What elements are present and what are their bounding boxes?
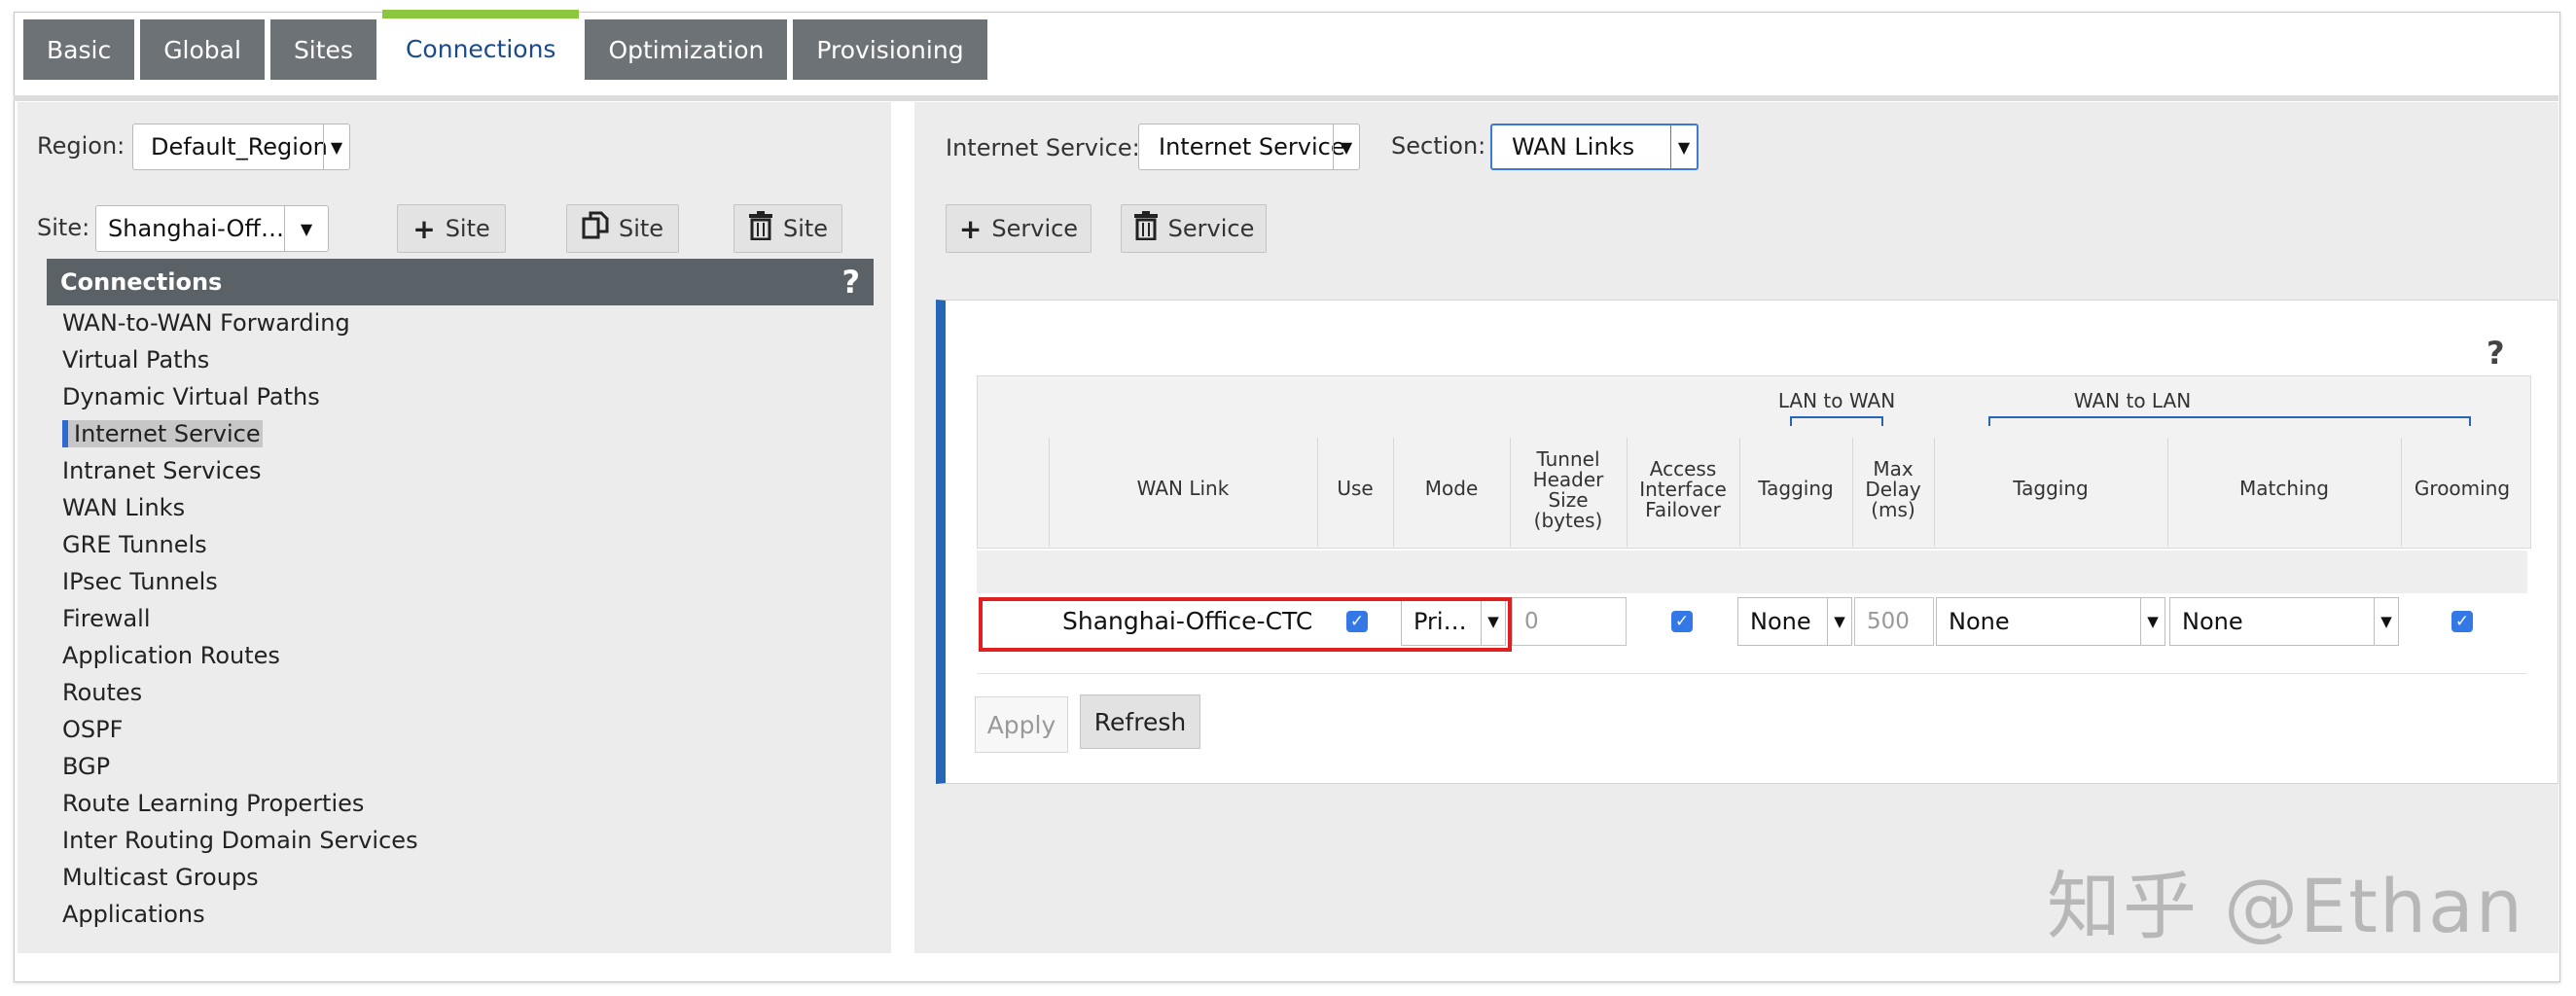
nav-virtual-paths[interactable]: Virtual Paths [62, 341, 743, 378]
refresh-button[interactable]: Refresh [1080, 694, 1200, 749]
region-label: Region: [37, 132, 125, 160]
chevron-down-icon: ▼ [2140, 598, 2165, 645]
col-grooming: Grooming [2414, 477, 2511, 500]
group-lan-to-wan: LAN to WAN [1777, 389, 1896, 412]
tagging-wan-to-lan-select[interactable]: None ▼ [1936, 597, 2165, 646]
internet-service-label: Internet Service: [946, 134, 1140, 161]
col-matching: Matching [2239, 477, 2329, 500]
tagging-lan-to-wan-select[interactable]: None ▼ [1737, 597, 1852, 646]
col-max-delay: Max Delay (ms) [1865, 457, 1921, 521]
tab-basic[interactable]: Basic [23, 19, 135, 80]
nav-multicast-groups[interactable]: Multicast Groups [62, 859, 743, 896]
mode-select[interactable]: Pri… ▼ [1401, 597, 1506, 646]
site-select[interactable]: Shanghai-Off… ▼ [95, 205, 329, 252]
col-tagging-wan-to-lan: Tagging [2013, 477, 2089, 500]
region-select[interactable]: Default_Region ▼ [132, 124, 350, 170]
help-icon[interactable]: ? [2487, 335, 2505, 372]
chevron-down-icon: ▼ [1670, 125, 1697, 168]
wan-link-name: Shanghai-Office-CTC [1062, 607, 1313, 635]
panel-splitter[interactable] [891, 102, 912, 953]
section-value: WAN Links [1512, 133, 1635, 160]
nav-firewall[interactable]: Firewall [62, 600, 743, 637]
delete-site-label: Site [782, 215, 829, 242]
tagging-lan-to-wan-value: None [1750, 608, 1811, 635]
nav-internet-service[interactable]: Internet Service [62, 415, 743, 452]
nav-ospf[interactable]: OSPF [62, 711, 743, 748]
chevron-down-icon: ▼ [284, 206, 328, 251]
nav-route-learning-properties[interactable]: Route Learning Properties [62, 785, 743, 822]
nav-applications[interactable]: Applications [62, 896, 743, 933]
section-label: Section: [1391, 132, 1486, 160]
use-checkbox[interactable]: ✓ [1346, 611, 1368, 632]
delete-service-label: Service [1167, 215, 1255, 242]
group-wan-to-lan: WAN to LAN [2073, 389, 2192, 412]
copy-icon [582, 211, 609, 247]
tab-global[interactable]: Global [140, 19, 265, 80]
col-access-interface-failover: Access Interface Failover [1639, 457, 1727, 521]
add-site-button[interactable]: + Site [397, 204, 506, 253]
tabs-divider [14, 95, 2558, 101]
tab-sites[interactable]: Sites [269, 19, 376, 80]
tab-optimization[interactable]: Optimization [585, 19, 788, 80]
tab-provisioning[interactable]: Provisioning [793, 19, 987, 80]
trash-icon [748, 210, 773, 247]
chevron-down-icon: ▼ [1333, 124, 1359, 169]
nav-ipsec-tunnels[interactable]: IPsec Tunnels [62, 563, 743, 600]
top-tabs: Basic Global Sites Connections Optimizat… [23, 10, 993, 80]
site-label: Site: [37, 214, 90, 241]
max-delay-input[interactable]: 500 [1854, 597, 1934, 646]
nav-gre-tunnels[interactable]: GRE Tunnels [62, 526, 743, 563]
internet-service-select[interactable]: Internet Service ▼ [1138, 124, 1360, 170]
nav-wan-to-wan-forwarding[interactable]: WAN-to-WAN Forwarding [62, 304, 743, 341]
grooming-checkbox[interactable]: ✓ [2451, 611, 2473, 632]
col-tagging-lan-to-wan: Tagging [1758, 477, 1834, 500]
access-failover-checkbox[interactable]: ✓ [1671, 611, 1693, 632]
copy-site-button[interactable]: Site [566, 204, 679, 253]
apply-button[interactable]: Apply [975, 696, 1068, 753]
nav-wan-links[interactable]: WAN Links [62, 489, 743, 526]
nav-application-routes[interactable]: Application Routes [62, 637, 743, 674]
watermark: 知乎 @Ethan [2047, 863, 2524, 949]
group-bracket [1988, 416, 2471, 426]
group-bracket [1790, 416, 1883, 426]
plus-icon: + [412, 212, 436, 245]
trash-icon [1133, 210, 1159, 247]
copy-site-label: Site [618, 215, 664, 242]
site-value: Shanghai-Off… [108, 215, 284, 242]
delete-service-button[interactable]: Service [1121, 204, 1267, 253]
chevron-down-icon: ▼ [323, 124, 349, 169]
chevron-down-icon: ▼ [2374, 598, 2398, 645]
section-select[interactable]: WAN Links ▼ [1490, 124, 1699, 170]
col-tunnel-header-size: Tunnel Header Size (bytes) [1532, 447, 1604, 532]
chevron-down-icon: ▼ [1827, 598, 1851, 645]
matching-value: None [2182, 608, 2243, 635]
tagging-wan-to-lan-value: None [1949, 608, 2010, 635]
nav-dynamic-virtual-paths[interactable]: Dynamic Virtual Paths [62, 378, 743, 415]
mode-value: Pri… [1413, 608, 1467, 635]
add-service-label: Service [991, 215, 1079, 242]
nav-routes[interactable]: Routes [62, 674, 743, 711]
tunnel-header-size-input[interactable]: 0 [1512, 597, 1627, 646]
internet-service-value: Internet Service [1159, 133, 1345, 160]
nav-intranet-services[interactable]: Intranet Services [62, 452, 743, 489]
col-wan-link: WAN Link [1136, 477, 1230, 500]
tab-connections[interactable]: Connections [381, 10, 580, 80]
connections-title: Connections [60, 268, 223, 296]
help-icon[interactable]: ? [841, 264, 860, 301]
plus-icon: + [958, 212, 983, 245]
nav-inter-routing-domain-services[interactable]: Inter Routing Domain Services [62, 822, 743, 859]
matching-select[interactable]: None ▼ [2169, 597, 2399, 646]
connections-nav: WAN-to-WAN Forwarding Virtual Paths Dyna… [62, 304, 743, 933]
region-value: Default_Region [151, 133, 328, 160]
add-service-button[interactable]: + Service [946, 204, 1091, 253]
delete-site-button[interactable]: Site [733, 204, 842, 253]
add-site-label: Site [445, 215, 490, 242]
connections-header: Connections ? [47, 259, 874, 305]
col-use: Use [1337, 477, 1374, 500]
col-mode: Mode [1424, 477, 1479, 500]
table-filter-row [977, 551, 2527, 593]
nav-bgp[interactable]: BGP [62, 748, 743, 785]
chevron-down-icon: ▼ [1481, 598, 1505, 645]
